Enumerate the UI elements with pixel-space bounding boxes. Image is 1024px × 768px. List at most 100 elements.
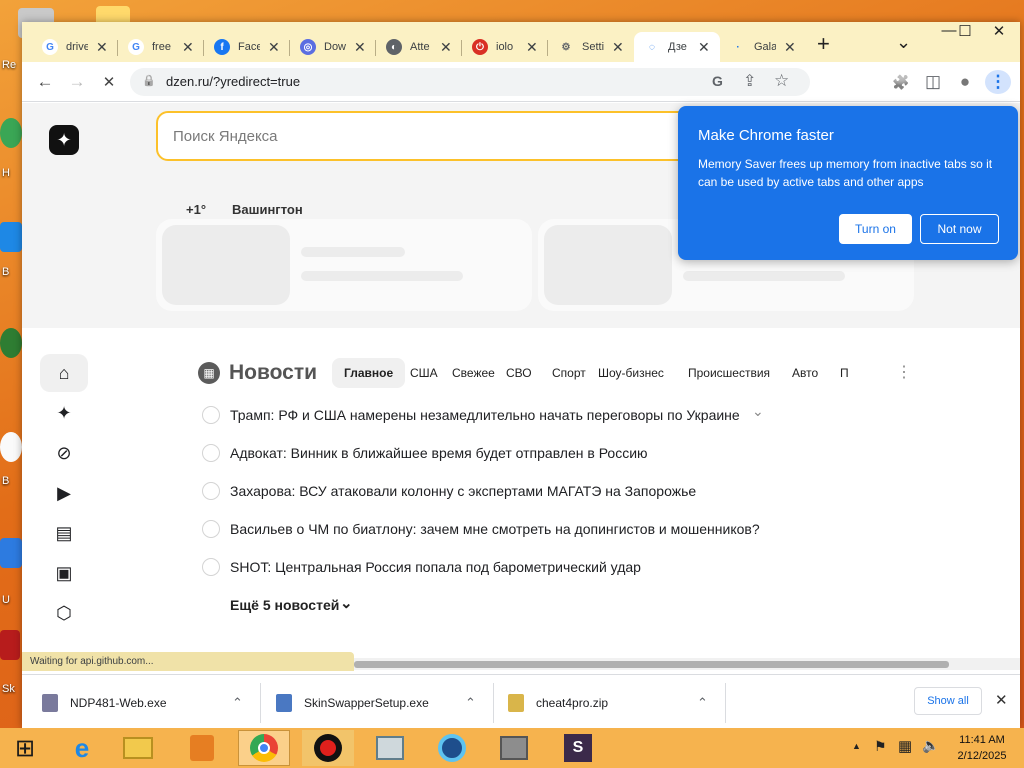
stop-reload-button[interactable]: ✕: [96, 70, 122, 94]
bookmark-star-icon[interactable]: ☆: [774, 71, 789, 91]
weather-temperature[interactable]: +1°: [186, 202, 206, 217]
news-tab-3[interactable]: СВО: [494, 358, 544, 388]
tab-4[interactable]: ◐ Atte ✕: [376, 32, 462, 62]
articles-book-icon[interactable]: ▤: [48, 523, 80, 544]
news-item[interactable]: Васильев о ЧМ по биатлону: зачем мне смо…: [202, 518, 760, 540]
desktop-icon-6[interactable]: [0, 538, 22, 568]
zen-logo-icon[interactable]: ✦: [49, 125, 79, 155]
news-more-chevron-icon[interactable]: ⌄: [340, 594, 353, 612]
download-options-chevron-icon[interactable]: ⌃: [697, 689, 708, 717]
tray-up-arrow-icon[interactable]: ▲: [852, 741, 861, 751]
start-button[interactable]: ⊞: [0, 730, 50, 766]
shorts-icon[interactable]: ▣: [48, 563, 80, 584]
tab-3[interactable]: ◎ Dow ✕: [290, 32, 376, 62]
news-item-text[interactable]: SHOT: Центральная Россия попала под баро…: [230, 559, 641, 575]
scrollbar-thumb[interactable]: [354, 661, 949, 668]
tab-close-icon[interactable]: ✕: [354, 39, 366, 56]
news-item-text[interactable]: Захарова: ВСУ атаковали колонну с экспер…: [230, 483, 696, 499]
download-filename[interactable]: SkinSwapperSetup.exe: [304, 696, 429, 710]
tab-close-icon[interactable]: ✕: [784, 39, 796, 56]
tab-2[interactable]: f Face ✕: [204, 32, 290, 62]
taskbar-monitor-icon[interactable]: [364, 730, 416, 766]
download-item[interactable]: cheat4pro.zip: [508, 689, 608, 717]
url-text[interactable]: dzen.ru/?yredirect=true: [166, 74, 300, 89]
desktop-icon-4[interactable]: [0, 328, 22, 358]
tab-1[interactable]: Gfree ✕: [118, 32, 204, 62]
taskbar-s-app-icon[interactable]: S: [552, 730, 604, 766]
tray-network-icon[interactable]: ▦: [898, 737, 912, 755]
taskbar-firewall-icon[interactable]: [488, 730, 540, 766]
news-tab-6[interactable]: Происшествия: [676, 358, 782, 388]
back-button[interactable]: ←: [32, 70, 58, 94]
download-item[interactable]: NDP481-Web.exe: [42, 689, 167, 717]
download-filename[interactable]: cheat4pro.zip: [536, 696, 608, 710]
weather-city[interactable]: Вашингтон: [232, 202, 303, 217]
forward-button[interactable]: →: [64, 70, 90, 94]
video-play-icon[interactable]: ▶: [48, 483, 80, 504]
profile-avatar-icon[interactable]: ●: [952, 70, 978, 94]
extensions-icon[interactable]: 🧩: [888, 70, 914, 94]
lock-icon[interactable]: 🔒: [142, 74, 156, 87]
tab-close-icon[interactable]: ✕: [698, 39, 710, 56]
chrome-menu-icon[interactable]: ⋮: [985, 70, 1011, 94]
taskbar-media-icon[interactable]: [176, 730, 228, 766]
address-bar[interactable]: 🔒 dzen.ru/?yredirect=true G ⇪ ☆: [130, 68, 810, 96]
close-downloads-icon[interactable]: ✕: [995, 691, 1008, 709]
desktop-icon-2[interactable]: [0, 118, 22, 148]
yandex-search-input[interactable]: Поиск Яндекса: [156, 111, 716, 161]
tab-8[interactable]: · Gala ✕: [720, 32, 806, 62]
tab-close-icon[interactable]: ✕: [612, 39, 624, 56]
desktop-icon-3[interactable]: [0, 222, 22, 252]
news-item[interactable]: Захарова: ВСУ атаковали колонну с экспер…: [202, 480, 696, 502]
tab-close-icon[interactable]: ✕: [526, 39, 538, 56]
games-cube-icon[interactable]: ⬡: [48, 603, 80, 624]
news-tab-0[interactable]: Главное: [332, 358, 406, 388]
new-tab-button[interactable]: +: [817, 33, 830, 55]
download-options-chevron-icon[interactable]: ⌃: [232, 689, 243, 717]
news-tabs-more-icon[interactable]: ⋮: [896, 362, 912, 382]
desktop-icon-7[interactable]: [0, 630, 20, 660]
news-expand-chevron-icon[interactable]: ⌄: [752, 403, 764, 420]
tab-6[interactable]: ⚙ Setti ✕: [548, 32, 634, 62]
news-more-link[interactable]: Ещё 5 новостей: [230, 597, 339, 613]
tray-volume-icon[interactable]: 🔈: [922, 737, 939, 754]
share-icon[interactable]: ⇪: [743, 71, 756, 91]
taskbar-chrome-icon[interactable]: [238, 730, 290, 766]
desktop-icon-5[interactable]: [0, 432, 22, 462]
side-panel-icon[interactable]: ◫: [920, 70, 946, 94]
news-item[interactable]: Адвокат: Винник в ближайшее время будет …: [202, 442, 648, 464]
tab-7[interactable]: ◌ Дзе ✕: [634, 32, 720, 62]
news-tab-5[interactable]: Шоу-бизнес: [586, 358, 676, 388]
news-item[interactable]: Трамп: РФ и США намерены незамедлительно…: [202, 404, 740, 426]
show-all-button[interactable]: Show all: [914, 687, 982, 715]
close-window-button[interactable]: ✕: [984, 22, 1014, 40]
turn-on-button[interactable]: Turn on: [839, 214, 912, 244]
tab-0[interactable]: Gdrive ✕: [32, 32, 118, 62]
taskbar-explorer-icon[interactable]: [112, 730, 164, 766]
tab-5[interactable]: ⏻ iolo ✕: [462, 32, 548, 62]
tab-close-icon[interactable]: ✕: [268, 39, 280, 56]
news-item[interactable]: SHOT: Центральная Россия попала под баро…: [202, 556, 641, 578]
subscriptions-icon[interactable]: ✦: [48, 403, 80, 424]
home-icon[interactable]: ⌂: [48, 363, 80, 384]
tab-search-button[interactable]: ⌄: [896, 33, 911, 51]
news-item-text[interactable]: Васильев о ЧМ по биатлону: зачем мне смо…: [230, 521, 760, 537]
horizontal-scrollbar[interactable]: [354, 658, 1020, 670]
news-tab-7[interactable]: Авто: [780, 358, 830, 388]
download-options-chevron-icon[interactable]: ⌃: [465, 689, 476, 717]
download-filename[interactable]: NDP481-Web.exe: [70, 696, 167, 710]
news-tab-8[interactable]: П: [828, 358, 861, 388]
not-now-button[interactable]: Not now: [920, 214, 999, 244]
system-clock[interactable]: 11:41 AM 2/12/2025: [950, 732, 1014, 764]
news-title[interactable]: Новости: [229, 361, 317, 385]
explore-compass-icon[interactable]: ⊘: [48, 443, 80, 464]
tab-close-icon[interactable]: ✕: [440, 39, 452, 56]
news-item-text[interactable]: Трамп: РФ и США намерены незамедлительно…: [230, 407, 740, 423]
maximize-button[interactable]: ☐: [950, 22, 980, 40]
tray-flag-icon[interactable]: ⚑: [874, 738, 887, 755]
news-item-text[interactable]: Адвокат: Винник в ближайшее время будет …: [230, 445, 648, 461]
taskbar-record-icon[interactable]: [302, 730, 354, 766]
taskbar-app-icon[interactable]: [426, 730, 478, 766]
download-item[interactable]: SkinSwapperSetup.exe: [276, 689, 429, 717]
tab-close-icon[interactable]: ✕: [182, 39, 194, 56]
